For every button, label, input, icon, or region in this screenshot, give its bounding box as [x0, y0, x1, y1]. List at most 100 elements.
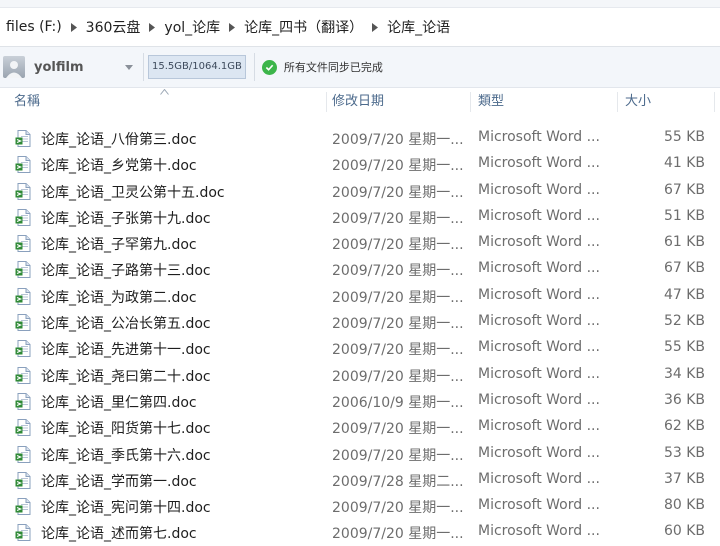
column-header-name[interactable]: 名稱: [14, 88, 40, 116]
file-size: 37 KB: [663, 470, 705, 487]
file-row[interactable]: 论库_论语_季氏第十六.doc 2009/7/20 星期一... Microsoft…: [0, 441, 720, 467]
file-name: 论库_论语_子罕第九.doc: [41, 237, 197, 254]
word-document-icon: [15, 314, 32, 332]
file-type: Microsoft Word ...: [478, 129, 600, 145]
file-name: 论库_论语_先进第十一.doc: [41, 342, 211, 359]
chevron-right-icon[interactable]: [369, 22, 381, 32]
file-date: 2009/7/20 星期一...: [332, 263, 464, 280]
file-type: Microsoft Word ...: [478, 365, 600, 382]
file-date: 2009/7/28 星期二...: [332, 473, 464, 490]
sync-status: 所有文件同步已完成: [283, 61, 383, 74]
chevron-right-icon[interactable]: [68, 22, 80, 32]
file-name: 论库_论语_里仁第四.doc: [41, 394, 197, 411]
file-type: Microsoft Word ...: [478, 470, 600, 487]
file-name: 论库_论语_八佾第三.doc: [41, 132, 197, 148]
breadcrumb-item-four-books[interactable]: 论库_四书（翻译）: [238, 17, 369, 37]
file-row[interactable]: 论库_论语_公冶长第五.doc 2009/7/20 星期一... Microsoft…: [0, 309, 720, 335]
file-type: Microsoft Word ...: [478, 391, 600, 408]
divider: [143, 53, 144, 81]
word-document-icon: [15, 419, 32, 437]
file-size: 67 KB: [663, 181, 705, 198]
account-switcher[interactable]: yolfilm: [0, 47, 143, 87]
user-icon: [6, 61, 22, 78]
file-row[interactable]: 论库_论语_尧曰第二十.doc 2009/7/20 星期一... Microsoft…: [0, 362, 720, 388]
file-name: 论库_论语_述而第七.doc: [41, 526, 197, 543]
file-row[interactable]: 论库_论语_子罕第九.doc 2009/7/20 星期一... Microsoft …: [0, 230, 720, 256]
column-header: 名稱 修改日期 類型 大小: [0, 88, 720, 116]
file-date: 2009/7/20 星期一...: [332, 447, 464, 464]
word-document-icon: [15, 156, 32, 174]
word-document-icon: [15, 498, 32, 516]
word-document-icon: [15, 366, 32, 384]
word-document-icon: [15, 182, 32, 200]
breadcrumb[interactable]: files (F:) 360云盘 yol_论库 论库_四书（翻译） 论库_论语: [0, 8, 720, 47]
file-size: 60 KB: [663, 523, 705, 540]
file-size: 51 KB: [663, 207, 705, 224]
window-top-strip: [0, 0, 720, 8]
file-type: Microsoft Word ...: [478, 497, 600, 514]
file-row[interactable]: 论库_论语_宪问第十四.doc 2009/7/20 星期一... Microsoft…: [0, 493, 720, 519]
file-row[interactable]: 论库_论语_乡党第十.doc 2009/7/20 星期一... Microsoft …: [0, 151, 720, 177]
file-type: Microsoft Word ...: [478, 523, 600, 540]
file-row[interactable]: 论库_论语_子张第十九.doc 2009/7/20 星期一... Microsoft…: [0, 204, 720, 230]
column-header-date[interactable]: 修改日期: [332, 88, 384, 116]
word-document-icon: [15, 340, 32, 358]
column-divider[interactable]: [617, 92, 618, 112]
file-size: 41 KB: [663, 155, 705, 172]
word-document-icon: [15, 471, 32, 489]
file-type: Microsoft Word ...: [478, 260, 600, 277]
file-row[interactable]: 论库_论语_卫灵公第十五.doc 2009/7/20 星期一... Microsof…: [0, 178, 720, 204]
breadcrumb-item-drive[interactable]: files (F:): [0, 19, 68, 35]
account-name: yolfilm: [34, 59, 84, 75]
file-row[interactable]: 论库_论语_阳货第十七.doc 2009/7/20 星期一... Microsoft…: [0, 414, 720, 440]
dropdown-caret-icon[interactable]: [125, 64, 133, 70]
divider: [253, 53, 255, 81]
chevron-right-icon[interactable]: [226, 22, 238, 32]
file-name: 论库_论语_乡党第十.doc: [41, 158, 197, 175]
column-header-type[interactable]: 類型: [478, 88, 504, 116]
file-date: 2009/7/20 星期一...: [332, 500, 464, 517]
column-divider[interactable]: [326, 92, 327, 112]
breadcrumb-item-analects[interactable]: 论库_论语: [381, 17, 456, 37]
breadcrumb-item-library[interactable]: yol_论库: [158, 17, 226, 37]
file-size: 62 KB: [663, 418, 705, 435]
file-row[interactable]: 论库_论语_为政第二.doc 2009/7/20 星期一... Microsoft …: [0, 283, 720, 309]
column-divider[interactable]: [714, 92, 715, 112]
chevron-right-icon[interactable]: [146, 22, 158, 32]
file-name: 论库_论语_为政第二.doc: [41, 289, 197, 306]
file-row[interactable]: 论库_论语_先进第十一.doc 2009/7/20 星期一... Microsoft…: [0, 335, 720, 361]
breadcrumb-item-cloud[interactable]: 360云盘: [80, 17, 147, 37]
file-name: 论库_论语_子张第十九.doc: [41, 210, 211, 227]
column-header-size[interactable]: 大小: [625, 88, 651, 116]
file-size: 52 KB: [663, 313, 705, 330]
file-date: 2006/10/9 星期一...: [332, 394, 464, 411]
file-date: 2009/7/20 星期一...: [332, 210, 464, 227]
file-type: Microsoft Word ...: [478, 418, 600, 435]
file-row[interactable]: 论库_论语_八佾第三.doc 2009/7/20 星期一... Microsoft …: [0, 125, 720, 151]
file-row[interactable]: 论库_论语_子路第十三.doc 2009/7/20 星期一... Microsoft…: [0, 256, 720, 282]
file-row[interactable]: 论库_论语_里仁第四.doc 2006/10/9 星期一... Microsoft …: [0, 388, 720, 414]
file-name: 论库_论语_学而第一.doc: [41, 473, 197, 490]
file-date: 2009/7/20 星期一...: [332, 158, 464, 175]
file-row[interactable]: 论库_论语_学而第一.doc 2009/7/28 星期二... Microsoft …: [0, 467, 720, 493]
file-type: Microsoft Word ...: [478, 444, 600, 461]
file-name: 论库_论语_宪问第十四.doc: [41, 500, 211, 517]
word-document-icon: [15, 287, 32, 305]
file-name: 论库_论语_季氏第十六.doc: [41, 447, 211, 464]
file-size: 47 KB: [663, 286, 705, 303]
file-type: Microsoft Word ...: [478, 155, 600, 172]
file-size: 36 KB: [663, 391, 705, 408]
file-date: 2009/7/20 星期一...: [332, 289, 464, 306]
file-type: Microsoft Word ...: [478, 313, 600, 330]
word-document-icon: [15, 235, 32, 253]
file-size: 55 KB: [663, 339, 705, 356]
file-size: 53 KB: [663, 444, 705, 461]
file-date: 2009/7/20 星期一...: [332, 526, 464, 543]
sort-ascending-icon: [160, 89, 169, 95]
file-row[interactable]: 论库_论语_述而第七.doc 2009/7/20 星期一... Microsoft …: [0, 519, 720, 545]
word-document-icon: [15, 208, 32, 226]
file-date: 2009/7/20 星期一...: [332, 421, 464, 438]
file-type: Microsoft Word ...: [478, 181, 600, 198]
column-divider[interactable]: [470, 92, 471, 112]
file-size: 34 KB: [663, 365, 705, 382]
